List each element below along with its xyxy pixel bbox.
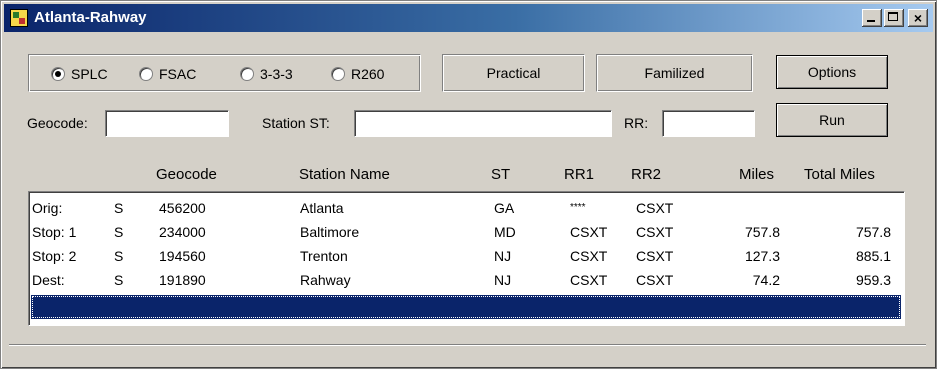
radio-fsac-indicator	[139, 67, 153, 81]
station-st-input[interactable]	[354, 110, 612, 137]
row-st: NJ	[494, 248, 512, 264]
row-type: Dest:	[32, 272, 65, 288]
row-total-miles: 885.1	[855, 248, 891, 264]
geocode-label: Geocode:	[27, 115, 88, 131]
station-st-label: Station ST:	[262, 115, 330, 131]
row-geocode: 194560	[159, 248, 206, 264]
row-station: Baltimore	[300, 224, 360, 240]
row-station: Atlanta	[300, 200, 344, 216]
row-type: Stop: 2	[32, 248, 77, 264]
header-miles: Miles	[739, 166, 775, 183]
radio-r260-label: R260	[351, 66, 385, 82]
row-rr2: CSXT	[636, 200, 674, 216]
maximize-icon	[888, 12, 898, 21]
row-flag: S	[114, 200, 124, 216]
row-st: MD	[494, 224, 516, 240]
row-st: GA	[494, 200, 515, 216]
route-grid[interactable]: Orig: S 456200 Atlanta GA **** CSXT Stop…	[28, 191, 905, 326]
row-rr1: CSXT	[570, 248, 608, 264]
run-button[interactable]: Run	[776, 103, 888, 137]
radio-fsac-label: FSAC	[159, 66, 197, 82]
header-rr2: RR2	[631, 166, 662, 183]
row-miles: 74.2	[752, 272, 780, 288]
row-type: Stop: 1	[32, 224, 77, 240]
table-row[interactable]: Orig: S 456200 Atlanta GA **** CSXT	[29, 197, 904, 221]
row-geocode: 234000	[159, 224, 206, 240]
row-rr1: CSXT	[570, 272, 608, 288]
main-window: Atlanta-Rahway × SPLC FSAC 3-3-3 R260 Pr…	[0, 0, 937, 369]
row-flag: S	[114, 272, 124, 288]
row-station: Trenton	[300, 248, 348, 264]
rr-label: RR:	[624, 115, 649, 131]
row-rr1: ****	[570, 202, 586, 213]
app-icon[interactable]	[10, 9, 28, 27]
row-geocode: 191890	[159, 272, 206, 288]
table-row[interactable]: Stop: 2 S 194560 Trenton NJ CSXT CSXT 12…	[29, 245, 904, 269]
radio-r260[interactable]: R260	[331, 65, 384, 83]
practical-box[interactable]: Practical	[442, 54, 585, 92]
row-type: Orig:	[32, 200, 63, 216]
radio-333[interactable]: 3-3-3	[240, 65, 293, 83]
rr-input[interactable]	[662, 110, 755, 137]
radio-333-label: 3-3-3	[260, 66, 293, 82]
row-st: NJ	[494, 272, 512, 288]
code-type-radio-group: SPLC FSAC 3-3-3 R260	[28, 54, 421, 92]
minimize-button[interactable]	[862, 9, 882, 27]
window-bottom-divider	[9, 344, 926, 345]
radio-splc-label: SPLC	[71, 66, 108, 82]
close-button[interactable]: ×	[908, 9, 928, 27]
minimize-icon	[867, 20, 875, 22]
radio-333-indicator	[240, 67, 254, 81]
selected-empty-row[interactable]	[31, 295, 901, 319]
options-button[interactable]: Options	[776, 55, 888, 89]
row-total-miles: 959.3	[855, 272, 891, 288]
familized-label: Familized	[644, 65, 705, 81]
header-total-miles: Total Miles	[804, 166, 875, 183]
practical-label: Practical	[486, 65, 541, 81]
row-rr2: CSXT	[636, 272, 674, 288]
row-flag: S	[114, 224, 124, 240]
maximize-button[interactable]	[884, 9, 904, 27]
window-title: Atlanta-Rahway	[34, 9, 147, 26]
radio-r260-indicator	[331, 67, 345, 81]
radio-fsac[interactable]: FSAC	[139, 65, 196, 83]
table-row[interactable]: Dest: S 191890 Rahway NJ CSXT CSXT 74.2 …	[29, 269, 904, 293]
header-geocode: Geocode	[156, 166, 217, 183]
familized-box[interactable]: Familized	[596, 54, 753, 92]
row-rr1: CSXT	[570, 224, 608, 240]
row-flag: S	[114, 248, 124, 264]
header-st: ST	[491, 166, 511, 183]
close-icon: ×	[913, 10, 923, 26]
row-total-miles: 757.8	[855, 224, 891, 240]
header-rr1: RR1	[564, 166, 595, 183]
header-station-name: Station Name	[299, 166, 390, 183]
radio-splc-indicator	[51, 67, 65, 81]
row-miles: 757.8	[744, 224, 780, 240]
row-geocode: 456200	[159, 200, 206, 216]
row-miles: 127.3	[744, 248, 780, 264]
geocode-input[interactable]	[105, 110, 229, 137]
radio-splc[interactable]: SPLC	[51, 65, 108, 83]
table-row[interactable]: Stop: 1 S 234000 Baltimore MD CSXT CSXT …	[29, 221, 904, 245]
row-station: Rahway	[300, 272, 351, 288]
title-bar[interactable]: Atlanta-Rahway ×	[4, 4, 933, 32]
row-rr2: CSXT	[636, 224, 674, 240]
row-rr2: CSXT	[636, 248, 674, 264]
